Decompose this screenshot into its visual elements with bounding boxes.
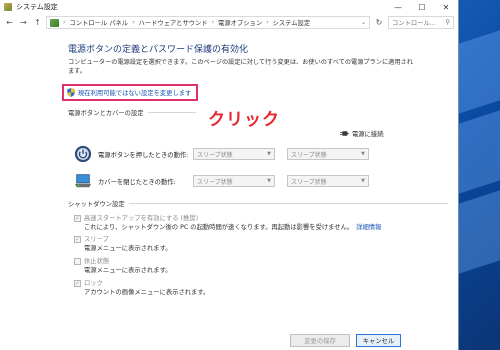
uac-link-label: 現在利用可能ではない設定を変更します (78, 90, 192, 97)
option-description: これにより、シャットダウン後の PC の起動時間が速くなります。再起動は影響を受… (84, 224, 354, 231)
save-changes-button[interactable]: 変更の保存 (290, 334, 350, 347)
cancel-button[interactable]: キャンセル (356, 334, 401, 347)
close-button[interactable]: ✕ (434, 0, 458, 14)
breadcrumb: › コントロール パネル › ハードウェアとサウンド › 電源オプション › シ… (46, 16, 370, 29)
option-label: スリープ (84, 236, 109, 243)
lock-option: ✓ ロック アカウントの画像メニューに表示されます。 (74, 279, 209, 297)
main-content: 電源ボタンの定義とパスワード保護の有効化 コンピューターの電源設定を選択できます… (0, 32, 458, 350)
chevron-down-icon: ▼ (267, 151, 271, 157)
maximize-button[interactable]: ☐ (410, 0, 434, 14)
fast-startup-option: ✓ 高速スタートアップを有効にする (推奨) これにより、シャットダウン後の P… (74, 214, 381, 232)
power-button-icon (74, 145, 92, 163)
select-value: スリープ状態 (197, 151, 233, 159)
lid-close-plugged-select[interactable]: スリープ状態 ▼ (287, 175, 369, 187)
breadcrumb-separator: › (211, 19, 215, 26)
breadcrumb-separator: › (132, 19, 135, 26)
divider (128, 203, 448, 204)
breadcrumb-item-control-panel[interactable]: コントロール パネル (69, 18, 128, 27)
laptop-lid-icon (74, 174, 92, 188)
power-buttons-section-header: 電源ボタンとカバーの設定 (68, 108, 196, 117)
search-icon: ⚲ (445, 19, 450, 26)
breadcrumb-separator: › (63, 19, 66, 26)
up-button[interactable]: ↑ (32, 18, 43, 27)
page-description: コンピューターの電源設定を選択できます。このページの設定に対して行う変更は、お使… (68, 59, 413, 75)
breadcrumb-item-power-options[interactable]: 電源オプション (218, 18, 262, 27)
window-title: システム設定 (16, 3, 58, 11)
click-annotation: クリック (208, 110, 280, 130)
control-panel-icon (50, 18, 59, 27)
search-input[interactable]: コントロール... ⚲ (388, 16, 454, 29)
option-label: 休止状態 (84, 258, 110, 265)
section-title: シャットダウン設定 (68, 201, 125, 208)
plug-icon (340, 131, 349, 136)
more-info-link[interactable]: 詳細情報 (356, 224, 381, 231)
address-bar: ← → ↑ › コントロール パネル › ハードウェアとサウンド › 電源オプシ… (0, 14, 458, 31)
select-value: スリープ状態 (291, 178, 327, 186)
breadcrumb-dropdown-icon[interactable]: ⌄ (361, 19, 366, 26)
change-unavailable-settings-link[interactable]: 現在利用可能ではない設定を変更します (62, 84, 198, 101)
option-description: 電源メニューに表示されます。 (84, 267, 172, 274)
hibernate-checkbox[interactable] (74, 258, 81, 265)
back-button[interactable]: ← (4, 18, 15, 27)
chevron-down-icon: ▼ (267, 178, 271, 184)
control-panel-icon (4, 3, 12, 11)
chevron-down-icon: ▼ (361, 178, 365, 184)
search-placeholder: コントロール... (392, 20, 436, 27)
sleep-option: ✓ スリープ 電源メニューに表示されます。 (74, 235, 172, 253)
option-label: 高速スタートアップを有効にする (推奨) (84, 215, 199, 222)
breadcrumb-item-hardware-sound[interactable]: ハードウェアとサウンド (139, 18, 208, 27)
row-label: カバーを閉じたときの動作: (98, 178, 176, 186)
option-description: 電源メニューに表示されます。 (84, 245, 172, 252)
shutdown-section-header: シャットダウン設定 (68, 199, 448, 208)
sleep-checkbox[interactable]: ✓ (74, 236, 81, 243)
breadcrumb-separator: › (266, 19, 269, 26)
row-label: 電源ボタンを押したときの動作: (98, 151, 189, 159)
page-title: 電源ボタンの定義とパスワード保護の有効化 (68, 45, 249, 55)
title-bar: システム設定 — ☐ ✕ (0, 0, 458, 14)
option-description: アカウントの画像メニューに表示されます。 (84, 289, 210, 296)
uac-shield-icon (67, 88, 75, 97)
lid-close-row: カバーを閉じたときの動作: スリープ状態 ▼ スリープ状態 ▼ (74, 172, 381, 190)
window-controls: — ☐ ✕ (386, 0, 458, 14)
select-value: スリープ状態 (197, 178, 233, 186)
power-button-battery-select[interactable]: スリープ状態 ▼ (193, 148, 275, 160)
refresh-button[interactable]: ↻ (373, 18, 385, 27)
minimize-button[interactable]: — (386, 0, 410, 14)
select-value: スリープ状態 (291, 151, 327, 159)
lock-checkbox[interactable]: ✓ (74, 280, 81, 287)
option-label: ロック (84, 280, 103, 287)
plugged-in-column-header: 電源に接続 (340, 129, 383, 138)
lid-close-battery-select[interactable]: スリープ状態 ▼ (193, 175, 275, 187)
power-button-plugged-select[interactable]: スリープ状態 ▼ (287, 148, 369, 160)
power-button-row: 電源ボタンを押したときの動作: スリープ状態 ▼ スリープ状態 ▼ (74, 145, 381, 163)
chevron-down-icon: ▼ (361, 151, 365, 157)
divider (147, 112, 196, 113)
system-settings-window: システム設定 — ☐ ✕ ← → ↑ › コントロール パネル › ハードウェア… (0, 0, 459, 350)
hibernate-option: 休止状態 電源メニューに表示されます。 (74, 257, 172, 275)
breadcrumb-item-system-settings[interactable]: システム設定 (273, 18, 311, 27)
fast-startup-checkbox[interactable]: ✓ (74, 215, 81, 222)
section-title: 電源ボタンとカバーの設定 (68, 110, 144, 117)
forward-button[interactable]: → (18, 18, 29, 27)
column-header-label: 電源に接続 (352, 131, 384, 138)
